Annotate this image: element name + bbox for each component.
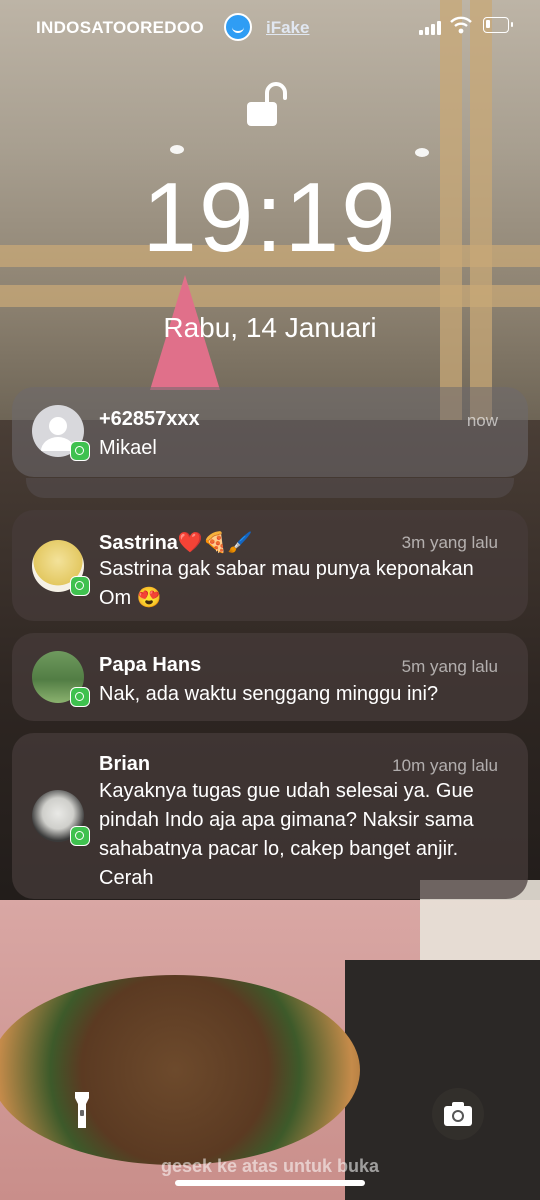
notification-card[interactable]: Papa Hans 5m yang lalu Nak, ada waktu se… <box>12 633 528 721</box>
lock-time: 19:19 <box>142 162 398 272</box>
whatsapp-icon <box>70 576 90 596</box>
swipe-hint: gesek ke atas untuk buka <box>160 1156 380 1176</box>
signal-icon <box>419 21 445 35</box>
notification-stack-indicator <box>26 478 514 498</box>
notification-sender: +62857xxx <box>99 408 200 430</box>
notification-sender: Papa Hans <box>99 654 202 676</box>
notification-card[interactable]: Sastrina❤️🍕🖌️ 3m yang lalu Sastrina gak … <box>12 510 528 621</box>
status-bar: INDOSATOOREDOO iFake <box>0 0 540 52</box>
notification-sender: Brian <box>99 753 151 775</box>
notification-message: Mikael <box>99 437 157 459</box>
ifake-icon <box>224 13 252 41</box>
notification-time: 3m yang lalu <box>401 533 498 552</box>
notification-time: 10m yang lalu <box>392 756 498 775</box>
carrier-label: INDOSATOOREDOO <box>36 18 204 37</box>
notification-time: now <box>466 411 498 430</box>
home-indicator[interactable] <box>175 1180 365 1186</box>
wifi-icon <box>450 16 472 34</box>
lock-date: Rabu, 14 Januari <box>163 312 377 343</box>
whatsapp-icon <box>70 826 90 846</box>
notification-time: 5m yang lalu <box>401 657 498 676</box>
notification-message: Sastrina gak sabar mau punya keponakan O… <box>99 558 474 609</box>
notification-message: Kayaknya tugas gue udah selesai ya. Gue … <box>99 780 474 889</box>
camera-icon <box>444 1102 472 1126</box>
whatsapp-icon <box>70 441 90 461</box>
ifake-label[interactable]: iFake <box>266 18 309 38</box>
battery-icon <box>483 17 513 33</box>
notification-card[interactable]: Brian 10m yang lalu Kayaknya tugas gue u… <box>12 733 528 899</box>
lock-open-icon <box>247 82 287 126</box>
notification-card[interactable]: +62857xxx now Mikael <box>12 387 528 477</box>
flashlight-icon[interactable] <box>58 1086 106 1134</box>
whatsapp-icon <box>70 687 90 707</box>
notification-sender: Sastrina❤️🍕🖌️ <box>99 532 253 554</box>
notification-message: Nak, ada waktu senggang minggu ini? <box>99 683 439 705</box>
camera-button[interactable] <box>432 1088 484 1140</box>
